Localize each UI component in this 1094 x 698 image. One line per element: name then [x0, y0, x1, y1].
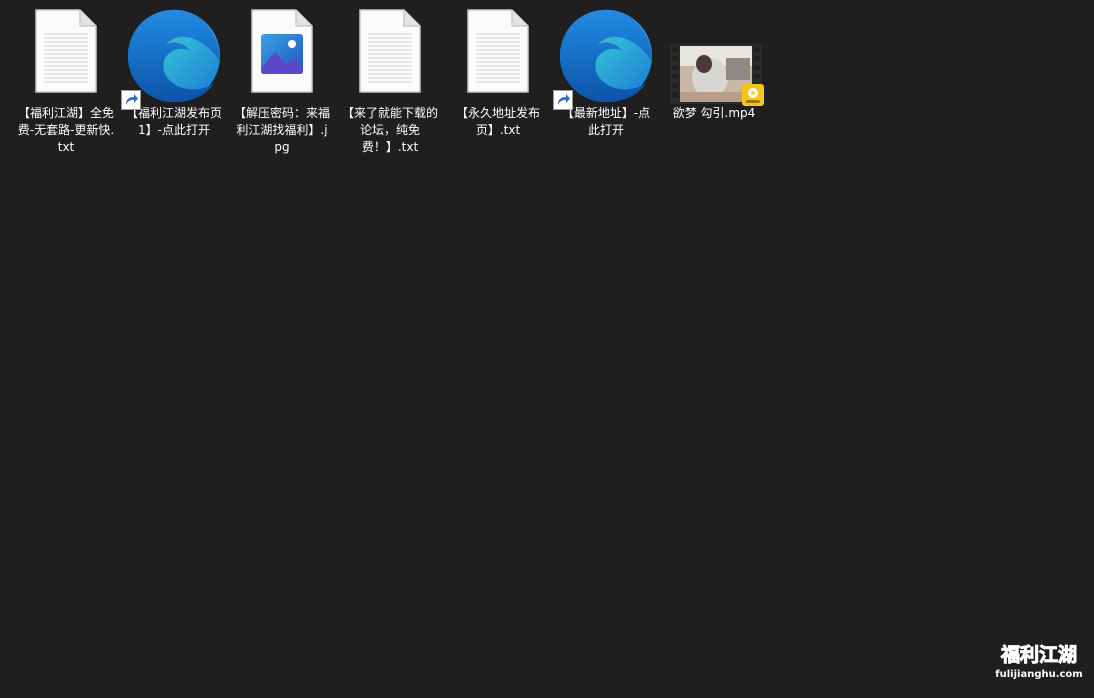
watermark-title: 福利江湖: [1000, 644, 1078, 667]
edge-icon: [553, 8, 659, 110]
player-app-icon: [742, 84, 764, 106]
desktop-item-4[interactable]: 【永久地址发布页】.txt: [445, 8, 551, 139]
desktop-item-2[interactable]: 【解压密码：来福利江湖找福利】.jpg: [229, 8, 335, 156]
desktop[interactable]: 【福利江湖】全免费-无套路-更新快.txt 【福利江湖发布页1】-点此打开 【解…: [0, 0, 1094, 698]
image-file-icon: [229, 8, 335, 104]
file-label: 【永久地址发布页】.txt: [455, 106, 540, 137]
file-label: 【最新地址】-点此打开: [561, 106, 651, 137]
text-file-icon: [445, 8, 551, 104]
file-label: 【来了就能下载的论坛，纯免费！】.txt: [341, 106, 438, 154]
site-watermark-logo: 福利江湖 fulijianghu.com: [992, 642, 1086, 690]
file-label: 欲梦 勾引.mp4: [672, 106, 756, 120]
edge-icon: [121, 8, 227, 110]
text-file-icon: [13, 8, 119, 104]
desktop-item-3[interactable]: 【来了就能下载的论坛，纯免费！】.txt: [337, 8, 443, 156]
desktop-item-1[interactable]: 【福利江湖发布页1】-点此打开: [121, 8, 227, 139]
desktop-item-0[interactable]: 【福利江湖】全免费-无套路-更新快.txt: [13, 8, 119, 156]
desktop-item-5[interactable]: 【最新地址】-点此打开: [553, 8, 659, 139]
text-file-icon: [337, 8, 443, 104]
shortcut-arrow-icon: [121, 90, 141, 110]
video-file-icon: [661, 8, 767, 106]
watermark-url: fulijianghu.com: [995, 669, 1083, 680]
file-label: 【福利江湖】全免费-无套路-更新快.txt: [17, 106, 115, 154]
shortcut-arrow-icon: [553, 90, 573, 110]
file-label: 【解压密码：来福利江湖找福利】.jpg: [233, 106, 330, 154]
desktop-item-6[interactable]: 欲梦 勾引.mp4: [661, 8, 767, 122]
file-label: 【福利江湖发布页1】-点此打开: [125, 106, 222, 137]
